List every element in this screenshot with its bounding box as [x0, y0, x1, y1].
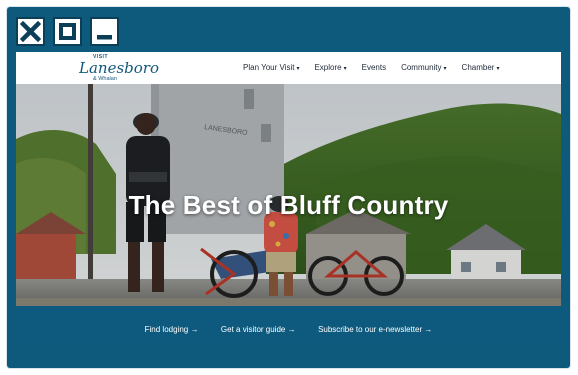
site-header: VISIT Lanesboro & Whalan Plan Your Visit…	[16, 52, 561, 84]
chevron-down-icon: ▾	[296, 66, 300, 72]
find-lodging-link[interactable]: Find lodging →	[145, 325, 199, 334]
newsletter-link[interactable]: Subscribe to our e-newsletter →	[318, 325, 432, 334]
minimize-button[interactable]	[90, 17, 119, 46]
nav-explore[interactable]: Explore ▾	[314, 63, 346, 72]
minimize-icon	[97, 35, 112, 40]
main-menu: Plan Your Visit ▾ Explore ▾ Events Communi…	[243, 63, 514, 72]
maximize-button[interactable]	[53, 17, 82, 46]
maximize-icon	[59, 23, 76, 40]
chevron-down-icon: ▾	[443, 66, 447, 72]
website-viewport: VISIT Lanesboro & Whalan Plan Your Visit…	[16, 52, 561, 344]
window-controls	[16, 17, 119, 46]
logo-name: Lanesboro	[79, 59, 159, 77]
hero-banner: LANESBORO The Best of Bluff Country	[16, 84, 561, 306]
chevron-down-icon: ▾	[496, 66, 500, 72]
nav-chamber[interactable]: Chamber ▾	[462, 63, 500, 72]
nav-community[interactable]: Community ▾	[401, 63, 446, 72]
nav-events[interactable]: Events	[362, 63, 386, 72]
close-icon	[20, 21, 41, 42]
visitor-guide-link[interactable]: Get a visitor guide →	[221, 325, 296, 334]
close-button[interactable]	[16, 17, 45, 46]
quick-links-bar: Find lodging → Get a visitor guide → Sub…	[16, 306, 561, 344]
quick-links: Find lodging → Get a visitor guide → Sub…	[16, 319, 561, 337]
hero-headline: The Best of Bluff Country	[128, 190, 449, 220]
logo-subtitle: & Whalan	[93, 76, 117, 82]
chevron-down-icon: ▾	[343, 66, 347, 72]
nav-plan-your-visit[interactable]: Plan Your Visit ▾	[243, 63, 299, 72]
app-window: VISIT Lanesboro & Whalan Plan Your Visit…	[7, 7, 570, 368]
